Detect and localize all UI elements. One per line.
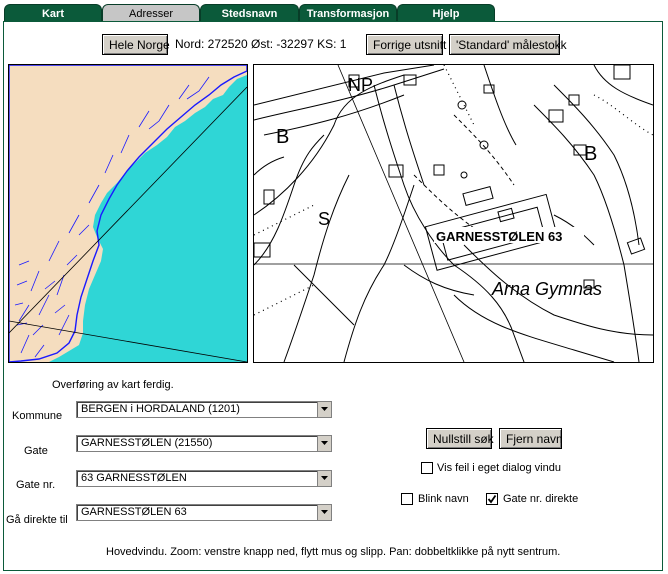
nullstill-sok-button[interactable]: Nullstill søk — [426, 428, 494, 449]
ga-direkte-select[interactable]: GARNESSTØLEN 63 — [76, 504, 332, 521]
map-label-garnesstolen: GARNESSTØLEN 63 — [436, 229, 562, 244]
gate-label: Gate — [24, 445, 48, 457]
kommune-select[interactable]: BERGEN i HORDALAND (1201) — [76, 401, 332, 418]
gate-select[interactable]: GARNESSTØLEN (21550) — [76, 435, 332, 452]
map-label-arna-gymnas: Arna Gymnas — [491, 279, 602, 299]
ga-direkte-select-value: GARNESSTØLEN 63 — [81, 506, 187, 518]
ga-direkte-dropdown-icon[interactable] — [317, 505, 331, 520]
overview-map[interactable] — [8, 64, 248, 363]
gate-dropdown-icon[interactable] — [317, 436, 331, 451]
tab-bar: Kart Adresser Stedsnavn Transformasjon H… — [0, 0, 668, 22]
kommune-select-value: BERGEN i HORDALAND (1201) — [81, 403, 240, 415]
footer-help-text: Hovedvindu. Zoom: venstre knapp ned, fly… — [106, 546, 561, 558]
vis-feil-label: Vis feil i eget dialog vindu — [437, 462, 561, 474]
map-label-b-right: B — [584, 143, 597, 165]
map-label-np: NP — [348, 75, 373, 95]
coordinate-readout: Nord: 272520 Øst: -32297 KS: 1 — [175, 37, 347, 51]
gate-nr-label: Gate nr. — [16, 479, 56, 491]
checkmark-icon — [487, 494, 497, 504]
gate-nr-dropdown-icon[interactable] — [317, 471, 331, 486]
overview-map-canvas — [9, 65, 247, 362]
standard-malestokk-button[interactable]: 'Standard' målestokk — [449, 34, 567, 55]
blink-navn-checkbox[interactable] — [401, 493, 413, 505]
blink-navn-label: Blink navn — [418, 493, 469, 505]
status-text: Overføring av kart ferdig. — [52, 379, 174, 391]
ga-direkte-label: Gå direkte til — [6, 514, 68, 526]
gate-nr-direkte-label: Gate nr. direkte — [503, 493, 579, 505]
fjern-navn-button[interactable]: Fjern navn — [499, 428, 563, 449]
map-label-b-left: B — [276, 126, 289, 148]
tab-hjelp[interactable]: Hjelp — [397, 4, 495, 22]
gate-nr-direkte-checkbox[interactable] — [486, 493, 498, 505]
gate-nr-select-value: 63 GARNESSTØLEN — [81, 472, 187, 484]
tab-kart[interactable]: Kart — [4, 4, 102, 22]
tab-transformasjon[interactable]: Transformasjon — [299, 4, 397, 22]
hele-norge-button[interactable]: Hele Norge — [102, 34, 170, 55]
kommune-label: Kommune — [12, 410, 63, 422]
vis-feil-checkbox[interactable] — [421, 462, 433, 474]
tab-adresser[interactable]: Adresser — [102, 4, 200, 22]
gate-select-value: GARNESSTØLEN (21550) — [81, 437, 213, 449]
gate-nr-select[interactable]: 63 GARNESSTØLEN — [76, 470, 332, 487]
kommune-dropdown-icon[interactable] — [317, 402, 331, 417]
detail-map[interactable]: B B S NP GARNESSTØLEN 63 Arna Gymnas — [253, 64, 654, 363]
forrige-utsnitt-button[interactable]: Forrige utsnitt — [366, 34, 446, 55]
detail-map-canvas: B B S NP GARNESSTØLEN 63 Arna Gymnas — [254, 65, 653, 362]
map-label-s: S — [318, 209, 330, 229]
tab-stedsnavn[interactable]: Stedsnavn — [200, 4, 299, 22]
